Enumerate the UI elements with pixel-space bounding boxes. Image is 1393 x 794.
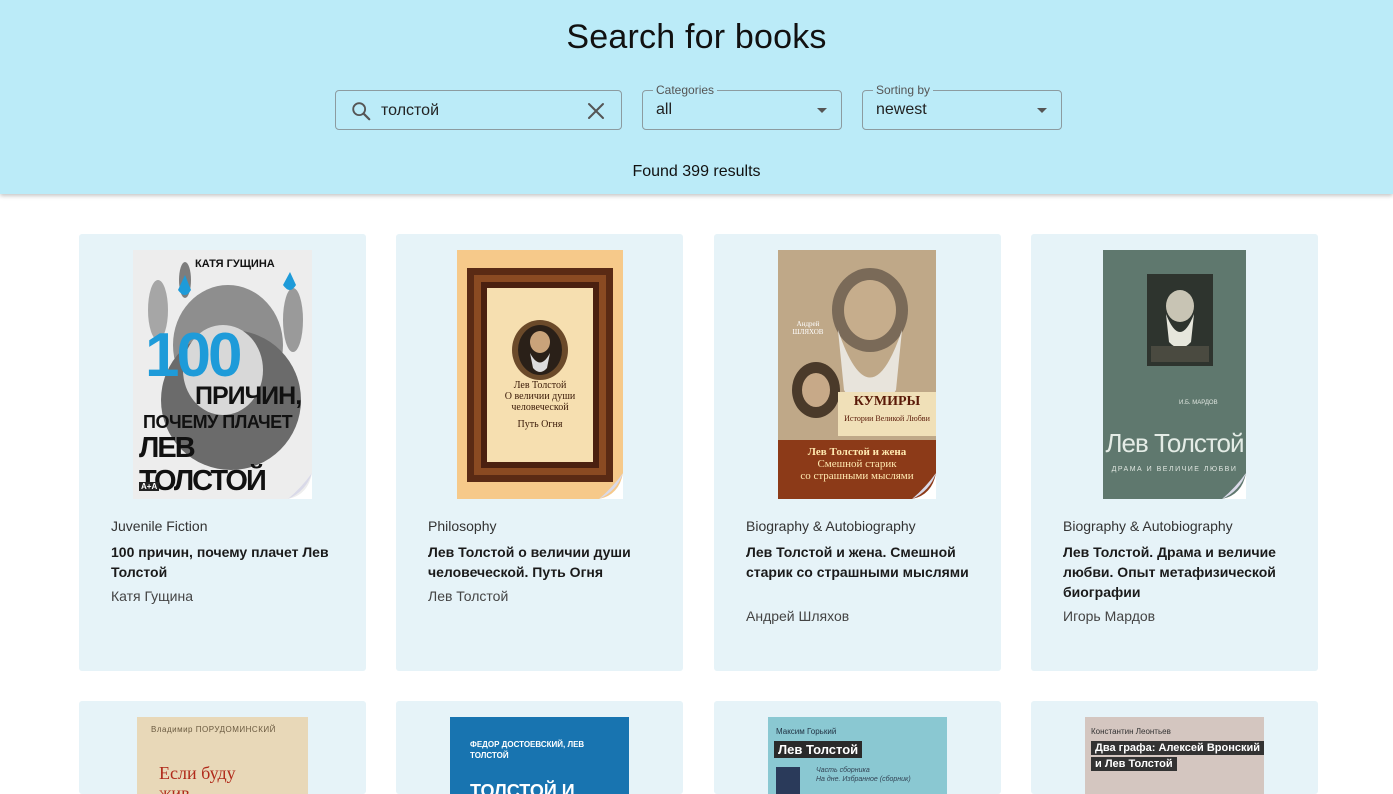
page-curl-icon [912, 473, 936, 499]
book-category: Biography & Autobiography [746, 518, 916, 534]
cover-text: Константин Леонтьев [1091, 727, 1171, 736]
cover-text: Если буду [159, 763, 236, 783]
book-cover: Андрей ШЛЯХОВ КУМИРЫ Истории Великой Люб… [778, 250, 936, 499]
cover-text: и Лев Толстой [1091, 757, 1177, 771]
search-header: Search for books Categories all Sorting … [0, 0, 1393, 194]
book-author: Игорь Мардов [1063, 608, 1156, 624]
cover-text: Два графа: Алексей Вронский [1091, 741, 1264, 755]
book-title: 100 причин, почему плачет Лев Толстой [111, 544, 329, 580]
book-card[interactable]: Владимир ПОРУДОМИНСКИЙ Если буду жив [79, 701, 366, 794]
book-cover: ФЕДОР ДОСТОЕВСКИЙ, ЛЕВ ТОЛСТОЙ ТОЛСТОЙ И [450, 717, 629, 794]
cover-text: КУМИРЫ [853, 394, 921, 409]
book-category: Juvenile Fiction [111, 518, 208, 534]
book-title: Лев Толстой. Драма и величие любви. Опыт… [1063, 544, 1276, 600]
sorting-select[interactable]: Sorting by newest [862, 83, 1062, 130]
close-icon[interactable] [584, 99, 608, 123]
book-title: Лев Толстой и жена. Смешной старик со ст… [746, 544, 969, 580]
cover-text: ПОЧЕМУ ПЛАЧЕТ [143, 412, 293, 432]
book-cover: И.Б. МАРДОВ Лев Толстой ДРАМА И ВЕЛИЧИЕ … [1103, 250, 1246, 499]
book-card[interactable]: Андрей ШЛЯХОВ КУМИРЫ Истории Великой Люб… [714, 234, 1001, 671]
page-title: Search for books [566, 18, 827, 56]
cover-text: ТОЛСТОЙ И [470, 781, 575, 794]
cover-text: жив [159, 783, 190, 794]
search-field[interactable] [335, 90, 622, 130]
book-card[interactable]: И.Б. МАРДОВ Лев Толстой ДРАМА И ВЕЛИЧИЕ … [1031, 234, 1318, 671]
cover-text: И.Б. МАРДОВ [1179, 400, 1218, 406]
cover-image [457, 250, 623, 499]
cover-text: Лев Толстой [774, 741, 863, 758]
book-author: Лев Толстой [428, 588, 509, 604]
cover-text: ФЕДОР ДОСТОЕВСКИЙ, ЛЕВ ТОЛСТОЙ [470, 740, 585, 760]
categories-select[interactable]: Categories all [642, 83, 842, 130]
sorting-label: Sorting by [873, 83, 934, 97]
cover-text: КАТЯ ГУЩИНА [195, 258, 275, 270]
page-curl-icon [1222, 473, 1246, 499]
cover-text: Лев Толстой О величии души человеческой … [504, 380, 576, 430]
page-curl-icon [288, 473, 312, 499]
book-category: Biography & Autobiography [1063, 518, 1233, 534]
book-card[interactable]: Константин Леонтьев Два графа: Алексей В… [1031, 701, 1318, 794]
cover-text: Владимир ПОРУДОМИНСКИЙ [151, 725, 276, 734]
cover-text: ПРИЧИН, [195, 382, 302, 410]
book-cover: Константин Леонтьев Два графа: Алексей В… [1085, 717, 1264, 794]
chevron-down-icon [817, 108, 827, 113]
book-cover: Максим Горький Лев Толстой Часть сборник… [768, 717, 947, 794]
search-input[interactable] [381, 100, 571, 122]
cover-image [1103, 250, 1246, 499]
cover-text: Истории Великой Любви [844, 414, 930, 423]
cover-text: 100 [145, 321, 242, 390]
book-card[interactable]: Максим Горький Лев Толстой Часть сборник… [714, 701, 1001, 794]
cover-text: На дне. Избранное (сборник) [816, 776, 911, 783]
results-count: Found 399 results [632, 163, 761, 180]
sorting-value: newest [876, 101, 927, 118]
cover-text: Максим Горький [776, 727, 837, 736]
book-author: Катя Гущина [111, 588, 194, 604]
cover-text: Андрей ШЛЯХОВ [792, 320, 824, 336]
cover-thumbnail [776, 767, 800, 794]
book-cover: КАТЯ ГУЩИНА 100 ПРИЧИН, ПОЧЕМУ ПЛАЧЕТ ЛЕ… [133, 250, 312, 499]
book-card[interactable]: Лев Толстой О величии души человеческой … [396, 234, 683, 671]
cover-text: Часть сборника [816, 767, 870, 774]
cover-text: Лев Толстой [1105, 428, 1244, 458]
book-category: Philosophy [428, 518, 497, 534]
search-icon [352, 102, 371, 121]
page-curl-icon [599, 473, 623, 499]
book-cover: Владимир ПОРУДОМИНСКИЙ Если буду жив [137, 717, 308, 794]
book-card[interactable]: КАТЯ ГУЩИНА 100 ПРИЧИН, ПОЧЕМУ ПЛАЧЕТ ЛЕ… [79, 234, 366, 671]
categories-value: all [656, 101, 673, 118]
cover-text: ДРАМА И ВЕЛИЧИЕ ЛЮБВИ [1111, 466, 1238, 473]
book-author: Андрей Шляхов [746, 608, 850, 624]
cover-text: А+А [139, 482, 160, 491]
chevron-down-icon [1037, 108, 1047, 113]
cover-text: ЛЕВ ТОЛСТОЙ [139, 432, 267, 497]
categories-label: Categories [653, 83, 718, 97]
book-cover: Лев Толстой О величии души человеческой … [457, 250, 623, 499]
book-title: Лев Толстой о величии души человеческой.… [428, 544, 631, 580]
book-card[interactable]: ФЕДОР ДОСТОЕВСКИЙ, ЛЕВ ТОЛСТОЙ ТОЛСТОЙ И [396, 701, 683, 794]
